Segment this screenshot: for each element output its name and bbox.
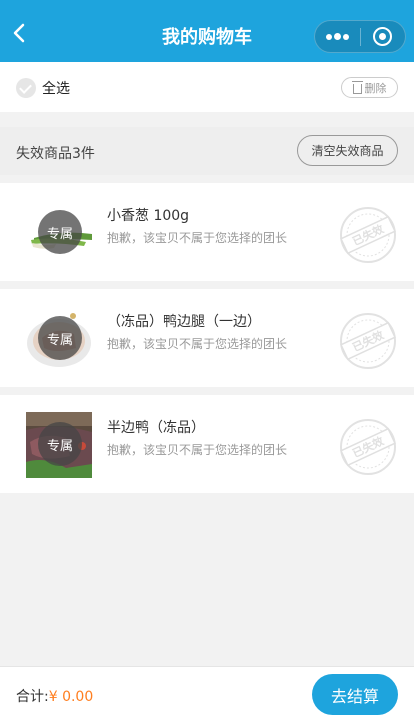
expired-stamp-icon: 已失效: [340, 207, 396, 263]
expired-stamp-icon: 已失效: [340, 313, 396, 369]
total-amount: ¥ 0.00: [48, 689, 94, 705]
check-circle-icon[interactable]: [16, 78, 36, 98]
checkout-button[interactable]: 去结算: [312, 674, 398, 715]
product-name: （冻品）鸭边腿（一边）: [107, 314, 261, 330]
invalid-reason: 抱歉，该宝贝不属于您选择的团长: [107, 443, 288, 457]
cart-item[interactable]: 专属 半边鸭（冻品） 抱歉，该宝贝不属于您选择的团长 已失效: [0, 395, 414, 493]
total-label: 合计:: [16, 689, 49, 705]
navigation-bar: 我的购物车: [0, 0, 414, 62]
clear-invalid-button[interactable]: 清空失效商品: [297, 135, 398, 166]
product-image: 专属: [26, 306, 92, 372]
cart-item[interactable]: 专属 （冻品）鸭边腿（一边） 抱歉，该宝贝不属于您选择的团长 已失效: [0, 289, 414, 387]
delete-label: 删除: [364, 81, 387, 95]
mini-program-capsule: [314, 20, 406, 53]
delete-button[interactable]: 删除: [341, 77, 398, 98]
product-image: 专属: [26, 200, 92, 266]
trash-icon: [351, 80, 363, 94]
cart-item[interactable]: 专属 小香葱 100g 抱歉，该宝贝不属于您选择的团长 已失效: [0, 183, 414, 281]
select-all-label: 全选: [42, 81, 70, 97]
invalid-reason: 抱歉，该宝贝不属于您选择的团长: [107, 337, 288, 351]
exclusive-badge: 专属: [38, 422, 82, 466]
product-name: 半边鸭（冻品）: [107, 420, 205, 436]
more-dots-icon[interactable]: [315, 21, 360, 52]
expired-stamp-icon: 已失效: [340, 419, 396, 475]
total-summary: 合计:¥ 0.00: [16, 686, 93, 706]
select-all-toggle[interactable]: 全选: [16, 77, 70, 99]
exclusive-badge: 专属: [38, 210, 82, 254]
exclusive-badge: 专属: [38, 316, 82, 360]
select-toolbar: 全选 删除: [0, 62, 414, 112]
invalid-items-header: 失效商品3件 清空失效商品: [0, 127, 414, 175]
target-circle-icon[interactable]: [360, 21, 405, 52]
invalid-reason: 抱歉，该宝贝不属于您选择的团长: [107, 231, 288, 245]
product-image: 专属: [26, 412, 92, 478]
invalid-items-title: 失效商品3件: [16, 146, 95, 162]
product-name: 小香葱 100g: [107, 208, 190, 224]
checkout-bar: 合计:¥ 0.00 去结算: [0, 666, 414, 721]
